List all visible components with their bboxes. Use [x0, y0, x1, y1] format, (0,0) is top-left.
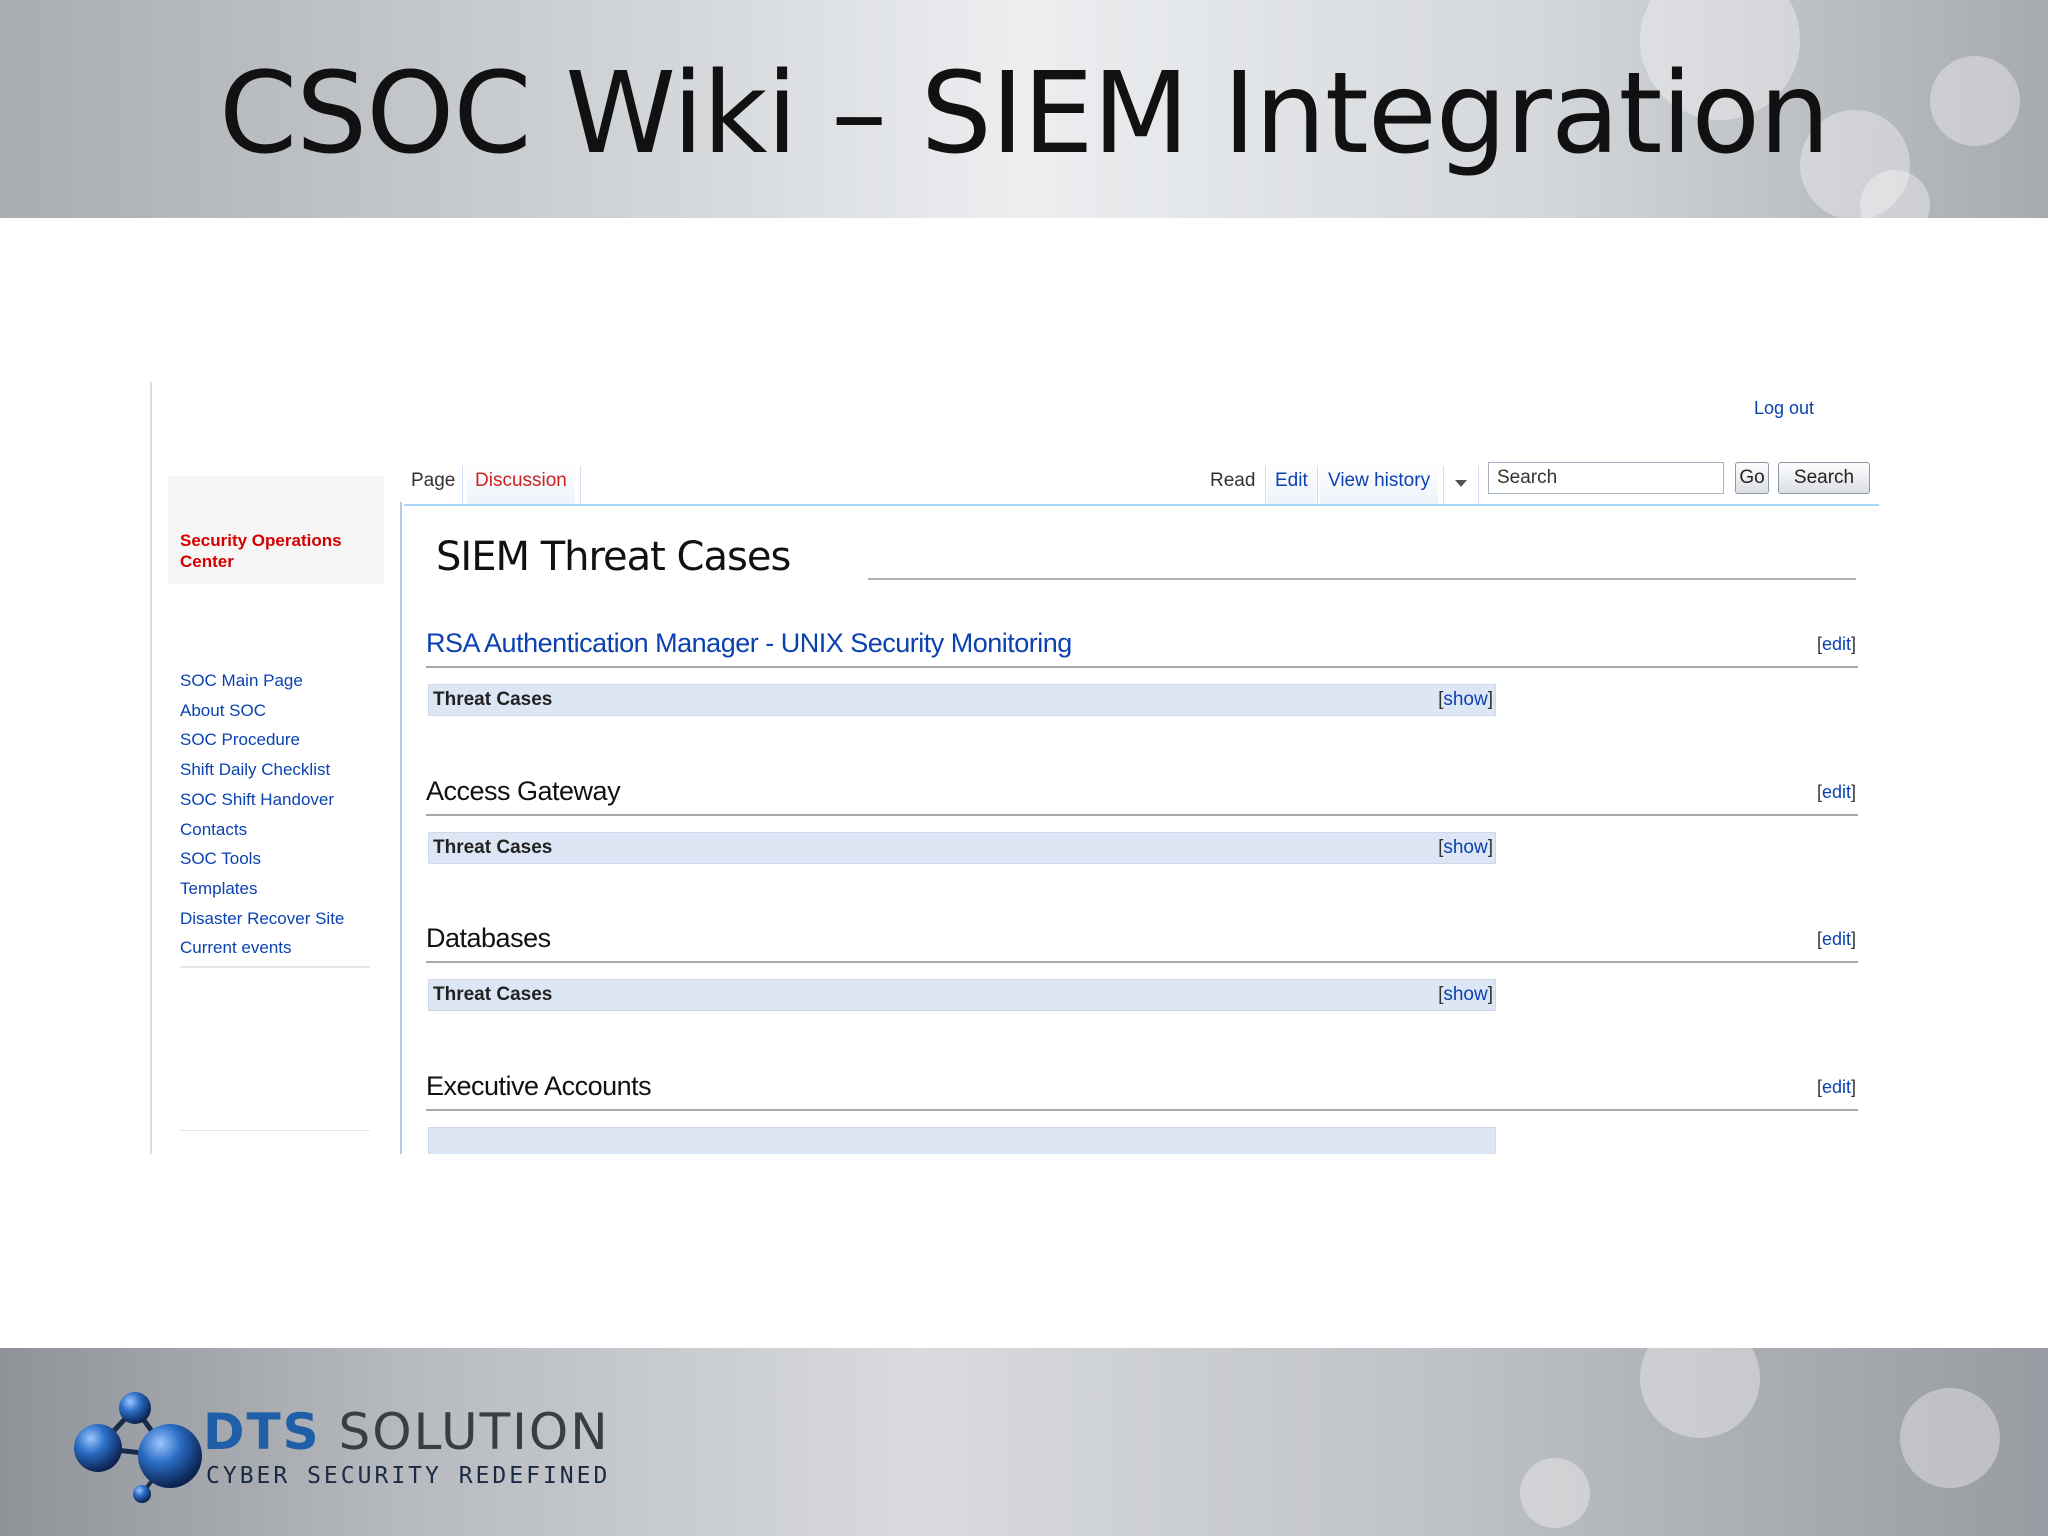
- sidebar-divider: [180, 1130, 370, 1131]
- decor-bubble: [1520, 1458, 1590, 1528]
- sidebar-item-soc-tools[interactable]: SOC Tools: [180, 844, 370, 874]
- search-input[interactable]: Search: [1488, 462, 1724, 494]
- content-border: [400, 502, 402, 1154]
- section-underline: [426, 814, 1858, 816]
- show-toggle-link[interactable]: [show]: [1438, 837, 1493, 859]
- molecule-logo-icon: [74, 1392, 202, 1503]
- bracket: ]: [1850, 782, 1856, 802]
- wiki-logo[interactable]: Security Operations Center: [168, 476, 384, 584]
- bracket: ]: [1487, 837, 1493, 858]
- tab-separator: [1443, 466, 1444, 504]
- tab-separator: [1478, 466, 1479, 504]
- threat-cases-label: Threat Cases: [433, 984, 553, 1005]
- threat-cases-label: Threat Cases: [433, 689, 553, 710]
- sidebar-item-soc-procedure[interactable]: SOC Procedure: [180, 725, 370, 755]
- section-databases: Databases [edit] Threat Cases [show]: [426, 923, 1858, 1011]
- threat-cases-collapsible: Threat Cases [show]: [428, 979, 1496, 1011]
- company-name-part2: SOLUTION: [338, 1403, 610, 1461]
- sidebar-item-disaster-recover-site[interactable]: Disaster Recover Site: [180, 904, 370, 934]
- company-tagline: CYBER SECURITY REDEFINED: [206, 1463, 611, 1489]
- section-title[interactable]: RSA Authentication Manager - UNIX Securi…: [426, 628, 1072, 659]
- tab-separator: [462, 466, 463, 504]
- slide-title: CSOC Wiki – SIEM Integration: [218, 49, 1830, 179]
- sidebar-item-soc-main-page[interactable]: SOC Main Page: [180, 666, 370, 696]
- show-label: show: [1443, 984, 1488, 1005]
- tabs-underline: [404, 504, 1879, 506]
- company-name-part1: DTS: [203, 1403, 321, 1461]
- threat-cases-collapsible: Threat Cases [show]: [428, 832, 1496, 864]
- show-toggle-link[interactable]: [show]: [1438, 984, 1493, 1006]
- sidebar-item-contacts[interactable]: Contacts: [180, 815, 370, 845]
- section-access-gateway: Access Gateway [edit] Threat Cases [show…: [426, 776, 1858, 864]
- more-actions-chevron-down-icon[interactable]: [1455, 480, 1467, 487]
- slide-footer: DTS SOLUTION CYBER SECURITY REDEFINED: [0, 1348, 2048, 1536]
- tab-separator: [580, 466, 581, 504]
- threat-cases-label: Threat Cases: [433, 837, 553, 858]
- section-title: Executive Accounts: [426, 1071, 652, 1101]
- go-button[interactable]: Go: [1735, 462, 1769, 494]
- bracket: ]: [1850, 634, 1856, 654]
- slide-header: CSOC Wiki – SIEM Integration: [0, 0, 2048, 218]
- tab-separator: [1317, 466, 1318, 504]
- section-title: Access Gateway: [426, 776, 621, 806]
- page-title: SIEM Threat Cases: [436, 534, 791, 580]
- sidebar-item-soc-shift-handover[interactable]: SOC Shift Handover: [180, 785, 370, 815]
- tab-separator: [1265, 466, 1266, 504]
- tab-discussion[interactable]: Discussion: [467, 462, 575, 504]
- section-heading: Executive Accounts [edit]: [426, 1071, 1858, 1109]
- section-edit-link[interactable]: [edit]: [1817, 782, 1856, 803]
- show-label: show: [1443, 689, 1488, 710]
- section-title: Databases: [426, 923, 551, 953]
- site-name: Security Operations Center: [180, 531, 342, 571]
- sidebar-item-templates[interactable]: Templates: [180, 874, 370, 904]
- sidebar-item-about-soc[interactable]: About SOC: [180, 696, 370, 726]
- tab-view-history[interactable]: View history: [1320, 462, 1439, 504]
- section-underline: [426, 1109, 1858, 1111]
- section-edit-link[interactable]: [edit]: [1817, 1077, 1856, 1098]
- show-toggle-link[interactable]: [show]: [1438, 689, 1493, 711]
- section-heading: Access Gateway [edit]: [426, 776, 1858, 814]
- section-underline: [426, 961, 1858, 963]
- decor-bubble: [1640, 1348, 1760, 1438]
- section-heading: Databases [edit]: [426, 923, 1858, 961]
- company-name: DTS SOLUTION: [203, 1404, 610, 1460]
- bracket: ]: [1850, 1077, 1856, 1097]
- bracket: ]: [1487, 689, 1493, 710]
- sidebar-divider: [180, 966, 370, 968]
- threat-cases-collapsible: Threat Cases [show]: [428, 684, 1496, 716]
- section-underline: [426, 666, 1858, 668]
- wiki-screenshot: Log out Security Operations Center SOC M…: [150, 382, 1880, 1154]
- section-executive-accounts: Executive Accounts [edit]: [426, 1071, 1858, 1154]
- section-edit-link[interactable]: [edit]: [1817, 929, 1856, 950]
- screenshot-left-edge: [150, 382, 152, 1154]
- decor-bubble: [1900, 1388, 2000, 1488]
- bracket: ]: [1487, 984, 1493, 1005]
- edit-label: edit: [1821, 782, 1851, 802]
- tab-read[interactable]: Read: [1202, 462, 1264, 504]
- tab-page[interactable]: Page: [403, 462, 464, 504]
- show-label: show: [1443, 837, 1488, 858]
- tab-edit[interactable]: Edit: [1267, 462, 1316, 504]
- sidebar-item-current-events[interactable]: Current events: [180, 933, 370, 963]
- edit-label: edit: [1821, 929, 1851, 949]
- bracket: ]: [1850, 929, 1856, 949]
- sidebar-item-shift-daily-checklist[interactable]: Shift Daily Checklist: [180, 755, 370, 785]
- search-button[interactable]: Search: [1778, 462, 1870, 494]
- title-underline: [868, 578, 1856, 580]
- section-rsa-authentication-manager: RSA Authentication Manager - UNIX Securi…: [426, 628, 1858, 716]
- sidebar-nav: SOC Main Page About SOC SOC Procedure Sh…: [180, 666, 370, 963]
- threat-cases-collapsible: [428, 1127, 1496, 1154]
- edit-label: edit: [1821, 634, 1851, 654]
- section-edit-link[interactable]: [edit]: [1817, 634, 1856, 655]
- edit-label: edit: [1821, 1077, 1851, 1097]
- section-heading: RSA Authentication Manager - UNIX Securi…: [426, 628, 1858, 666]
- logout-link[interactable]: Log out: [1754, 398, 1814, 419]
